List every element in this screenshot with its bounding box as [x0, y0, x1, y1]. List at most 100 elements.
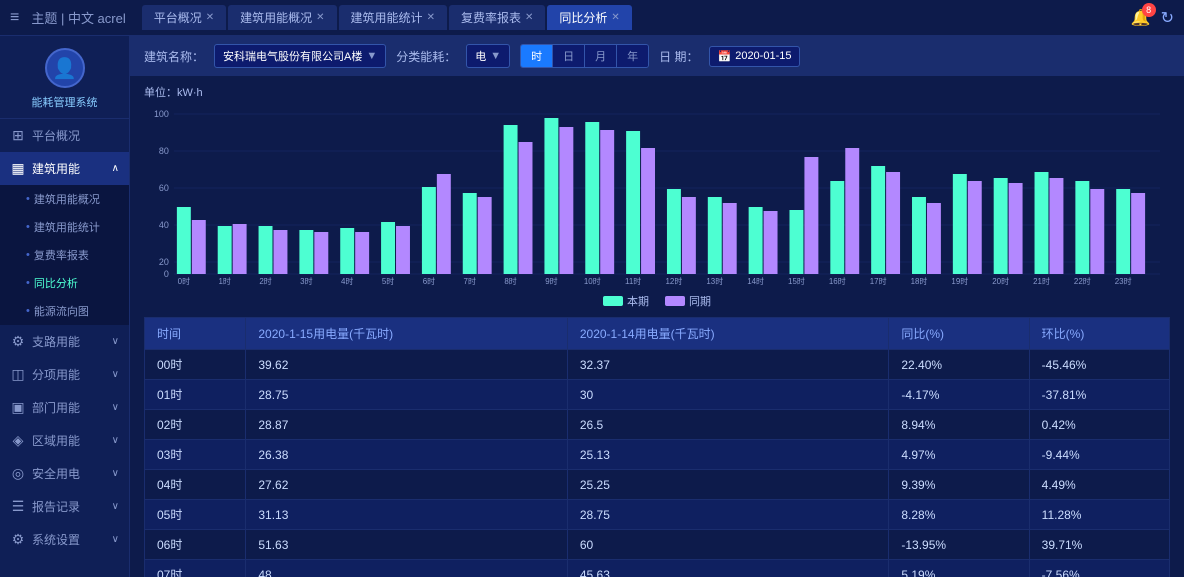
- chevron-down-icon: ∨: [112, 534, 119, 545]
- sidebar-item-dept-energy[interactable]: ▣ 部门用能 ∨: [0, 391, 129, 424]
- tab-close-icon[interactable]: ✕: [206, 12, 214, 23]
- cell-yoy: 8.94%: [889, 410, 1029, 440]
- tab-close-icon[interactable]: ✕: [427, 12, 435, 23]
- legend-previous-label: 同期: [689, 293, 711, 309]
- notification-badge: 8: [1142, 3, 1156, 17]
- sidebar-item-label: 支路用能: [32, 333, 80, 350]
- cell-yoy: 22.40%: [889, 350, 1029, 380]
- submenu-item-rate-report[interactable]: 复费率报表: [0, 241, 129, 269]
- tab-建筑用能概况[interactable]: 建筑用能概况✕: [228, 5, 336, 30]
- sidebar: 👤 能耗管理系统 ⊞ 平台概况 ▦ 建筑用能 ∧ 建筑用能概况 建筑用能统计 复…: [0, 36, 130, 577]
- cell-time: 04时: [145, 470, 246, 500]
- safety-icon: ◎: [10, 465, 26, 482]
- cell-qoq: 0.42%: [1029, 410, 1169, 440]
- building-dropdown-arrow: ▼: [366, 50, 377, 62]
- chevron-down-icon: ∨: [112, 369, 119, 380]
- legend-current-color: [603, 296, 623, 306]
- tab-建筑用能统计[interactable]: 建筑用能统计✕: [339, 5, 447, 30]
- svg-text:15时: 15时: [788, 276, 805, 286]
- legend-current-label: 本期: [627, 293, 649, 309]
- menu-icon[interactable]: ≡: [10, 9, 19, 27]
- cell-time: 06时: [145, 530, 246, 560]
- time-btn-hour[interactable]: 时: [521, 45, 553, 67]
- sidebar-item-label: 部门用能: [32, 399, 80, 416]
- cell-yoy: 5.19%: [889, 560, 1029, 577]
- chart-container: 100 80 60 40 20 0: [144, 104, 1170, 289]
- cell-current: 28.75: [246, 380, 567, 410]
- sidebar-item-safety[interactable]: ◎ 安全用电 ∨: [0, 457, 129, 490]
- sidebar-item-category-energy[interactable]: ◫ 分项用能 ∨: [0, 358, 129, 391]
- svg-text:13时: 13时: [706, 276, 723, 286]
- table-row: 00时 39.62 32.37 22.40% -45.46%: [145, 350, 1170, 380]
- building-energy-icon: ▦: [10, 160, 26, 177]
- svg-text:9时: 9时: [545, 276, 557, 286]
- svg-text:80: 80: [159, 146, 169, 156]
- svg-text:23时: 23时: [1115, 276, 1132, 286]
- building-select[interactable]: 安科瑞电气股份有限公司A楼 ▼: [214, 44, 386, 68]
- cell-previous: 25.25: [567, 470, 888, 500]
- svg-text:7时: 7时: [464, 276, 476, 286]
- submenu-item-stats[interactable]: 建筑用能统计: [0, 213, 129, 241]
- table-row: 04时 27.62 25.25 9.39% 4.49%: [145, 470, 1170, 500]
- tab-同比分析[interactable]: 同比分析✕: [547, 5, 631, 30]
- building-label: 建筑名称：: [144, 48, 204, 65]
- tab-平台概况[interactable]: 平台概况✕: [142, 5, 226, 30]
- cell-yoy: 4.97%: [889, 440, 1029, 470]
- time-btn-month[interactable]: 月: [585, 45, 617, 67]
- cell-qoq: -7.56%: [1029, 560, 1169, 577]
- cell-current: 28.87: [246, 410, 567, 440]
- time-btn-day[interactable]: 日: [553, 45, 585, 67]
- refresh-icon[interactable]: ↻: [1161, 8, 1174, 28]
- sidebar-item-branch-energy[interactable]: ⚙ 支路用能 ∨: [0, 325, 129, 358]
- cell-yoy: -4.17%: [889, 380, 1029, 410]
- svg-text:5时: 5时: [382, 276, 394, 286]
- chevron-down-icon: ∧: [112, 163, 119, 174]
- cell-yoy: 8.28%: [889, 500, 1029, 530]
- sidebar-item-reports[interactable]: ☰ 报告记录 ∨: [0, 490, 129, 523]
- date-picker[interactable]: 📅 2020-01-15: [709, 46, 801, 67]
- bar-chart: 100 80 60 40 20 0: [144, 104, 1170, 289]
- legend-previous-color: [665, 296, 685, 306]
- col-header-previous: 2020-1-14用电量(千瓦时): [567, 318, 888, 350]
- avatar: 👤: [45, 48, 85, 88]
- svg-text:16时: 16时: [829, 276, 846, 286]
- submenu-item-yoy[interactable]: 同比分析: [0, 269, 129, 297]
- svg-text:8时: 8时: [504, 276, 516, 286]
- category-energy-icon: ◫: [10, 366, 26, 383]
- platform-icon: ⊞: [10, 127, 26, 144]
- submenu-item-energy-flow[interactable]: 能源流向图: [0, 297, 129, 325]
- tab-close-icon[interactable]: ✕: [316, 12, 324, 23]
- sidebar-item-building-energy[interactable]: ▦ 建筑用能 ∧: [0, 152, 129, 185]
- category-select[interactable]: 电 ▼: [466, 44, 510, 68]
- cell-previous: 28.75: [567, 500, 888, 530]
- category-dropdown-arrow: ▼: [490, 50, 501, 62]
- table-row: 03时 26.38 25.13 4.97% -9.44%: [145, 440, 1170, 470]
- svg-text:0: 0: [164, 269, 169, 279]
- chevron-down-icon: ∨: [112, 468, 119, 479]
- table-row: 06时 51.63 60 -13.95% 39.71%: [145, 530, 1170, 560]
- svg-text:12时: 12时: [666, 276, 683, 286]
- time-btn-year[interactable]: 年: [617, 45, 648, 67]
- table-row: 07时 48 45.63 5.19% -7.56%: [145, 560, 1170, 577]
- app-name: 能耗管理系统: [32, 94, 98, 110]
- tab-close-icon[interactable]: ✕: [525, 12, 533, 23]
- submenu-item-overview[interactable]: 建筑用能概况: [0, 185, 129, 213]
- tab-复费率报表[interactable]: 复费率报表✕: [449, 5, 545, 30]
- svg-text:100: 100: [154, 109, 169, 119]
- notification-icon[interactable]: 🔔 8: [1131, 8, 1151, 28]
- sidebar-item-settings[interactable]: ⚙ 系统设置 ∨: [0, 523, 129, 556]
- sidebar-item-label: 安全用电: [32, 465, 80, 482]
- filter-bar: 建筑名称： 安科瑞电气股份有限公司A楼 ▼ 分类能耗： 电 ▼ 时 日 月 年 …: [130, 36, 1184, 76]
- sidebar-user: 👤 能耗管理系统: [0, 36, 129, 119]
- sidebar-item-label: 平台概况: [32, 127, 80, 144]
- tab-close-icon[interactable]: ✕: [611, 12, 619, 23]
- chart-area: 单位：kW·h 100 80 60 40 20 0: [130, 76, 1184, 317]
- svg-text:0时: 0时: [178, 276, 190, 286]
- topbar-icons: 🔔 8 ↻: [1131, 8, 1174, 28]
- cell-current: 26.38: [246, 440, 567, 470]
- sidebar-item-platform[interactable]: ⊞ 平台概况: [0, 119, 129, 152]
- sidebar-item-zone-energy[interactable]: ◈ 区域用能 ∨: [0, 424, 129, 457]
- time-button-group: 时 日 月 年: [520, 44, 649, 68]
- main-layout: 👤 能耗管理系统 ⊞ 平台概况 ▦ 建筑用能 ∧ 建筑用能概况 建筑用能统计 复…: [0, 36, 1184, 577]
- reports-icon: ☰: [10, 498, 26, 515]
